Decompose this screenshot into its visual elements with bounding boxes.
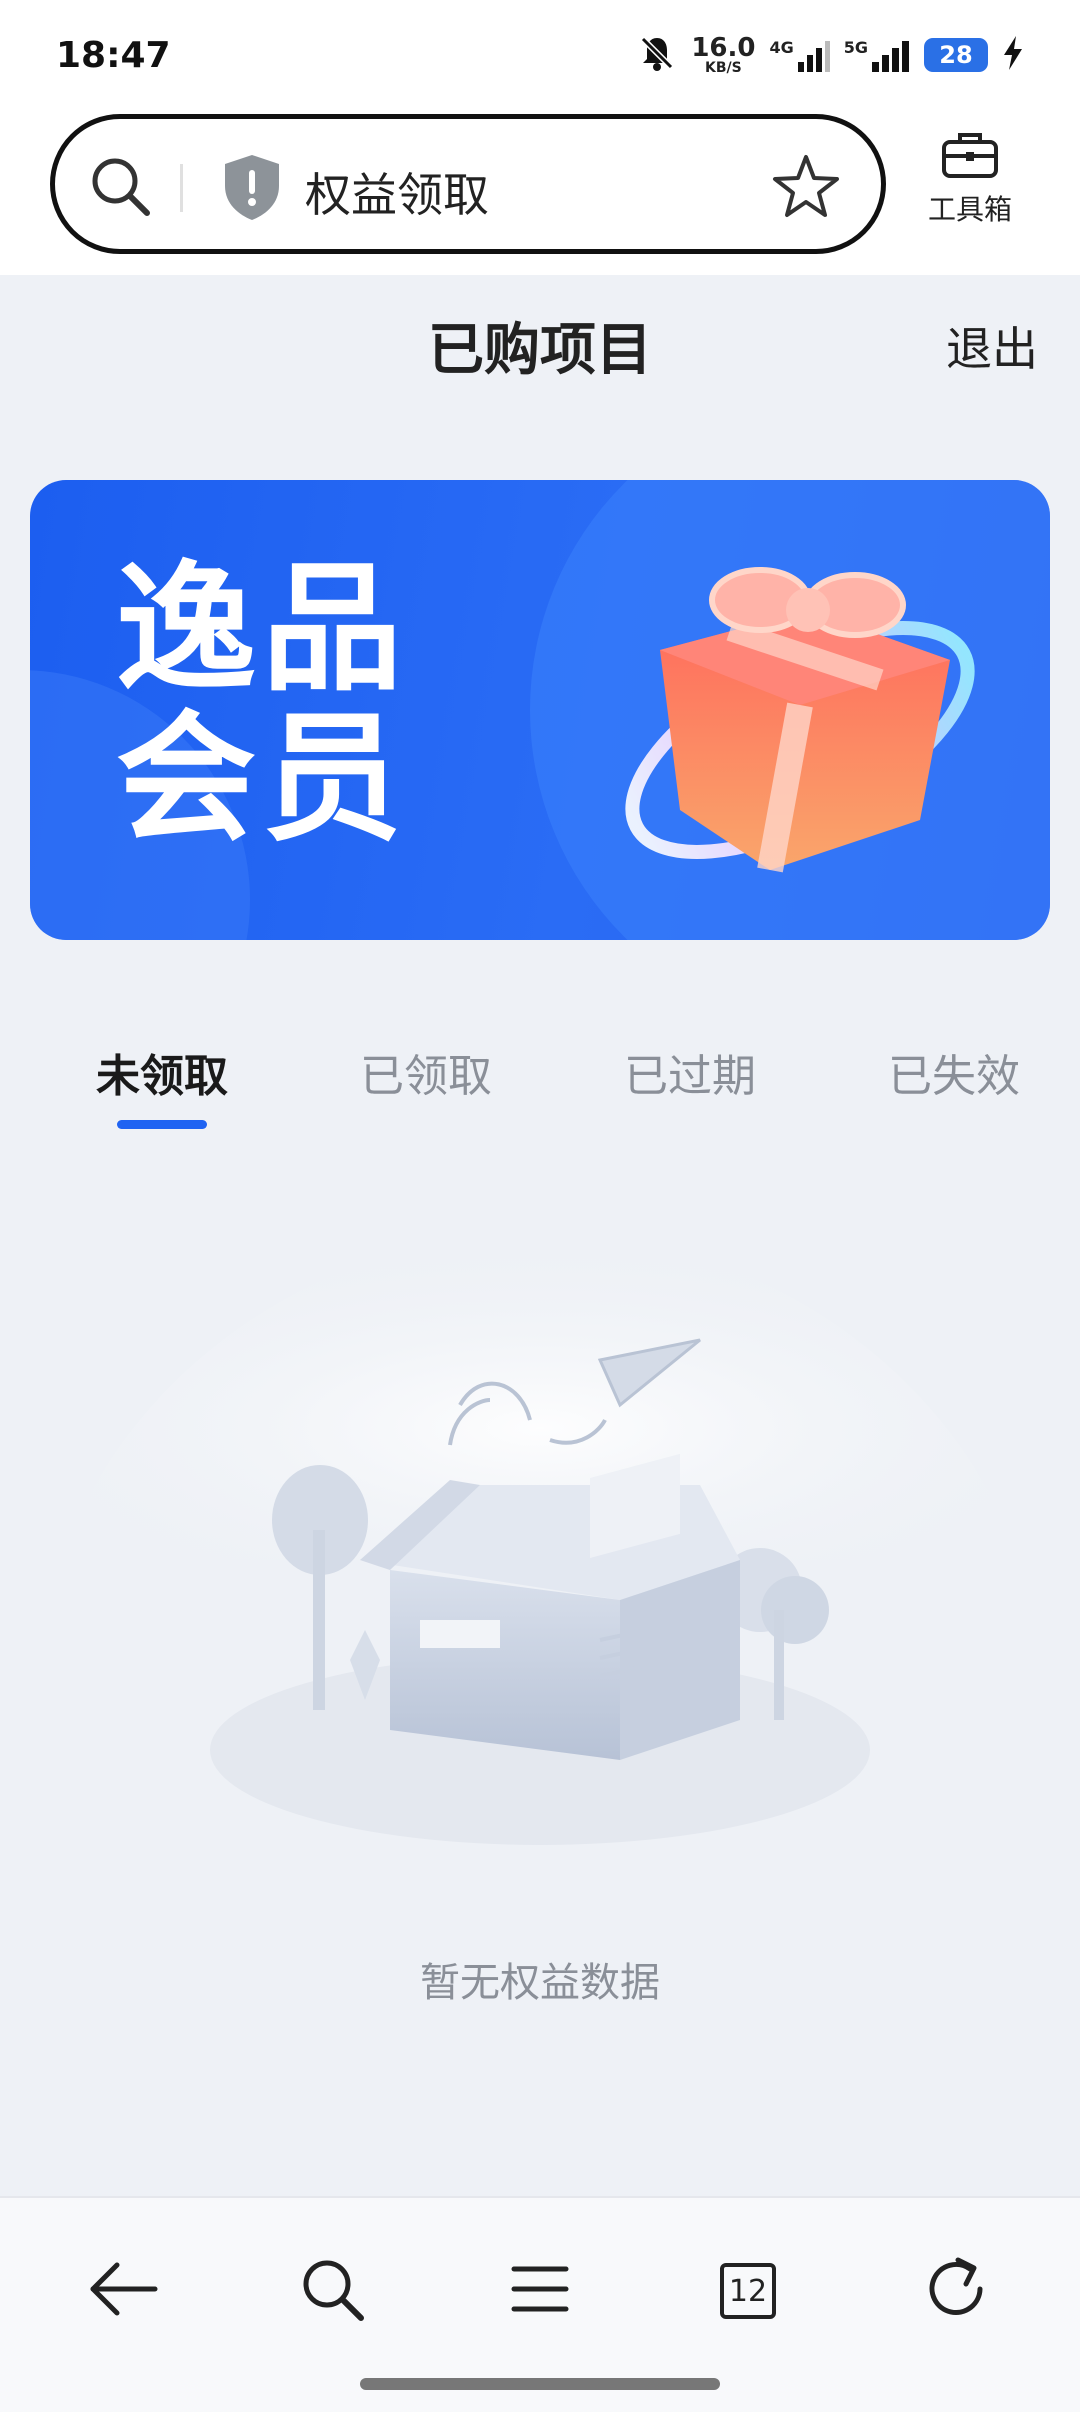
gift-box-icon — [590, 510, 1010, 914]
member-banner[interactable]: 逸品 会员 — [30, 480, 1050, 940]
charging-icon — [1002, 36, 1024, 74]
empty-state-text: 暂无权益数据 — [420, 1960, 660, 2006]
shield-warning-icon[interactable] — [221, 152, 283, 226]
menu-button[interactable] — [495, 2246, 585, 2336]
tab-unclaimed[interactable]: 未领取 — [52, 1040, 272, 1104]
search-button[interactable] — [287, 2246, 377, 2336]
bookmark-star-icon[interactable] — [771, 151, 841, 225]
active-tab-indicator — [117, 1120, 207, 1129]
status-tabs: 未领取 已领取 已过期 已失效 — [0, 1020, 1080, 1140]
search-icon[interactable] — [85, 151, 155, 225]
tabs-button[interactable]: 12 — [703, 2246, 793, 2336]
status-bar: 18:47 16.0 KB/S 4G 5G 28 — [0, 0, 1080, 110]
toolbox-icon — [940, 133, 1000, 184]
signal-5g-icon: 5G — [844, 38, 910, 72]
status-icons: 16.0 KB/S 4G 5G 28 — [637, 33, 1024, 77]
toolbox-button[interactable]: 工具箱 — [910, 130, 1030, 228]
back-button[interactable] — [78, 2246, 168, 2336]
tab-claimed[interactable]: 已领取 — [316, 1040, 536, 1104]
page-header: 已购项目 退出 — [0, 275, 1080, 405]
battery-indicator: 28 — [924, 38, 988, 72]
tab-invalid[interactable]: 已失效 — [844, 1040, 1064, 1104]
toolbox-label: 工具箱 — [927, 193, 1012, 226]
refresh-icon — [922, 2254, 992, 2328]
home-indicator[interactable] — [360, 2378, 720, 2390]
mute-bell-icon — [637, 33, 677, 77]
empty-box-illustration — [60, 1230, 1020, 1884]
tab-expired[interactable]: 已过期 — [580, 1040, 800, 1104]
top-bar: 权益领取 工具箱 — [0, 110, 1080, 275]
refresh-button[interactable] — [912, 2246, 1002, 2336]
page-title: 已购项目 — [428, 318, 652, 383]
net-speed: 16.0 KB/S — [691, 33, 756, 76]
status-time: 18:47 — [56, 34, 171, 76]
search-icon — [297, 2254, 367, 2328]
address-bar[interactable]: 权益领取 — [50, 114, 886, 254]
tab-count-badge: 12 — [720, 2263, 776, 2319]
signal-4g-icon: 4G — [769, 38, 830, 72]
address-text[interactable]: 权益领取 — [305, 159, 489, 225]
back-arrow-icon — [87, 2259, 159, 2323]
logout-button[interactable]: 退出 — [946, 313, 1038, 379]
banner-title: 逸品 会员 — [116, 548, 409, 861]
divider — [180, 164, 183, 212]
menu-icon — [510, 2261, 570, 2321]
